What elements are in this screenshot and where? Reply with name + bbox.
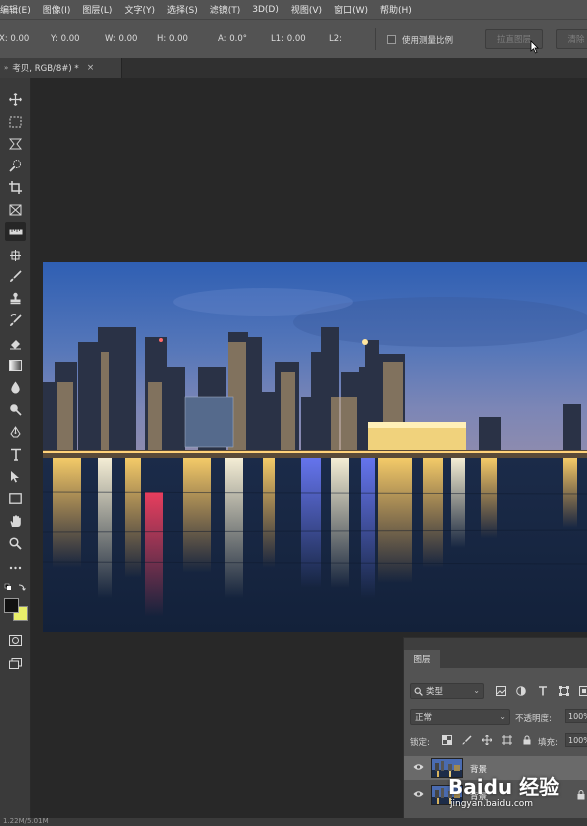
ruler-h-readout: H: 0.00 xyxy=(157,34,188,44)
lock-all-icon[interactable] xyxy=(522,735,532,745)
filter-pixel-icon[interactable] xyxy=(496,686,506,696)
layer-filter-value: 类型 xyxy=(426,687,444,697)
opacity-value: 100% xyxy=(568,711,587,721)
status-bar: 1.22M/5.01M xyxy=(0,817,587,826)
more-tools-icon[interactable] xyxy=(5,558,26,577)
rectangle-tool-icon[interactable] xyxy=(5,489,26,508)
opacity-label: 不透明度: xyxy=(515,714,552,724)
pen-tool-icon[interactable] xyxy=(5,423,26,442)
watermark-logo: Baidu 经验 xyxy=(448,775,560,799)
tab-layers-label: 图层 xyxy=(413,655,431,665)
move-tool-icon[interactable] xyxy=(5,90,26,109)
chevron-down-icon: ⌄ xyxy=(473,686,480,695)
clear-label: 清除 xyxy=(567,35,585,45)
menu-layer[interactable]: 图层(L) xyxy=(76,3,118,16)
watermark: Baidu 经验 jingyan.baidu.com xyxy=(448,771,587,816)
city-skyline-photo[interactable] xyxy=(43,262,587,632)
eye-icon[interactable] xyxy=(413,790,424,798)
menu-help[interactable]: 帮助(H) xyxy=(374,3,418,16)
watermark-url: jingyan.baidu.com xyxy=(450,799,534,809)
options-bar: X: 0.00 Y: 0.00 W: 0.00 H: 0.00 A: 0.0° … xyxy=(0,19,587,58)
path-selection-tool-icon[interactable] xyxy=(5,467,26,486)
ruler-l2-readout: L2: xyxy=(329,34,343,44)
blend-mode-select[interactable]: 正常 ⌄ xyxy=(410,709,510,725)
spot-healing-tool-icon[interactable] xyxy=(5,246,26,265)
ruler-angle-readout: A: 0.0° xyxy=(218,34,247,44)
screen-mode-icon[interactable] xyxy=(5,654,26,673)
straighten-layer-label: 拉直图层 xyxy=(496,35,531,45)
layers-panel-header: 图层 xyxy=(404,638,587,668)
eraser-tool-icon[interactable] xyxy=(5,334,26,353)
quick-mask-icon[interactable] xyxy=(5,631,26,650)
ruler-w-readout: W: 0.00 xyxy=(105,34,138,44)
crop-tool-icon[interactable] xyxy=(5,178,26,197)
clone-stamp-tool-icon[interactable] xyxy=(5,289,26,308)
clear-button[interactable]: 清除 xyxy=(556,29,587,49)
blend-mode-value: 正常 xyxy=(415,713,433,723)
tools-panel xyxy=(0,78,31,826)
type-tool-icon[interactable] xyxy=(5,445,26,464)
fill-value: 100% xyxy=(568,735,587,745)
menu-window[interactable]: 窗口(W) xyxy=(328,3,374,16)
brush-tool-icon[interactable] xyxy=(5,267,26,286)
ruler-x-readout: X: 0.00 xyxy=(0,34,30,44)
opacity-input[interactable]: 100% xyxy=(565,709,587,723)
blur-tool-icon[interactable] xyxy=(5,378,26,397)
menu-filter[interactable]: 滤镜(T) xyxy=(204,3,247,16)
ruler-l1-readout: L1: 0.00 xyxy=(271,34,306,44)
menu-bar: 编辑(E) 图像(I) 图层(L) 文字(Y) 选择(S) 滤镜(T) 3D(D… xyxy=(0,0,587,19)
menu-type[interactable]: 文字(Y) xyxy=(118,3,161,16)
close-icon[interactable]: × xyxy=(87,63,95,73)
options-separator xyxy=(375,28,376,50)
zoom-tool-icon[interactable] xyxy=(5,534,26,553)
tab-layers[interactable]: 图层 xyxy=(404,650,440,668)
quick-selection-tool-icon[interactable] xyxy=(5,156,26,175)
eye-icon[interactable] xyxy=(413,763,424,771)
history-brush-tool-icon[interactable] xyxy=(5,311,26,330)
lasso-tool-icon[interactable] xyxy=(5,134,26,153)
fill-label: 填充: xyxy=(538,738,558,748)
menu-3d[interactable]: 3D(D) xyxy=(246,5,285,15)
dodge-tool-icon[interactable] xyxy=(5,400,26,419)
foreground-color-swatch[interactable] xyxy=(4,598,19,613)
use-measurement-scale-label: 使用测量比例 xyxy=(402,36,454,46)
use-measurement-scale-checkbox[interactable] xyxy=(387,35,396,44)
menu-select[interactable]: 选择(S) xyxy=(161,3,204,16)
frame-tool-icon[interactable] xyxy=(5,200,26,219)
ruler-y-readout: Y: 0.00 xyxy=(51,34,80,44)
ruler-tool-icon[interactable] xyxy=(5,222,26,241)
fill-input[interactable]: 100% xyxy=(565,733,587,747)
gradient-tool-icon[interactable] xyxy=(5,356,26,375)
mouse-cursor-icon xyxy=(530,40,539,54)
search-icon xyxy=(414,687,423,696)
menu-edit[interactable]: 编辑(E) xyxy=(0,3,37,16)
lock-position-icon[interactable] xyxy=(482,735,492,745)
layer-filter-select[interactable]: 类型 ⌄ xyxy=(410,683,484,699)
menu-view[interactable]: 视图(V) xyxy=(285,3,328,16)
filter-type-icon[interactable] xyxy=(538,686,548,696)
filter-adjustment-icon[interactable] xyxy=(516,686,526,696)
lock-transparent-pixels-icon[interactable] xyxy=(442,735,452,745)
chevron-down-icon: ⌄ xyxy=(499,712,506,721)
document-tab-title: 考贝, RGB/8#) * xyxy=(12,64,79,74)
filter-shape-icon[interactable] xyxy=(559,686,569,696)
document-size: 1.22M/5.01M xyxy=(3,817,49,825)
default-colors-icon[interactable] xyxy=(4,583,28,593)
marquee-tool-icon[interactable] xyxy=(5,112,26,131)
filter-smart-object-icon[interactable] xyxy=(579,686,587,696)
lock-artboard-icon[interactable] xyxy=(502,735,512,745)
document-tab-bar: » 考贝, RGB/8#) * × xyxy=(0,58,587,78)
hand-tool-icon[interactable] xyxy=(5,512,26,531)
panel-collapse-icon[interactable]: » xyxy=(4,64,8,72)
lock-label: 锁定: xyxy=(410,738,430,748)
menu-image[interactable]: 图像(I) xyxy=(37,3,77,16)
lock-image-pixels-icon[interactable] xyxy=(462,735,472,745)
document-tab[interactable]: » 考贝, RGB/8#) * × xyxy=(0,58,122,78)
